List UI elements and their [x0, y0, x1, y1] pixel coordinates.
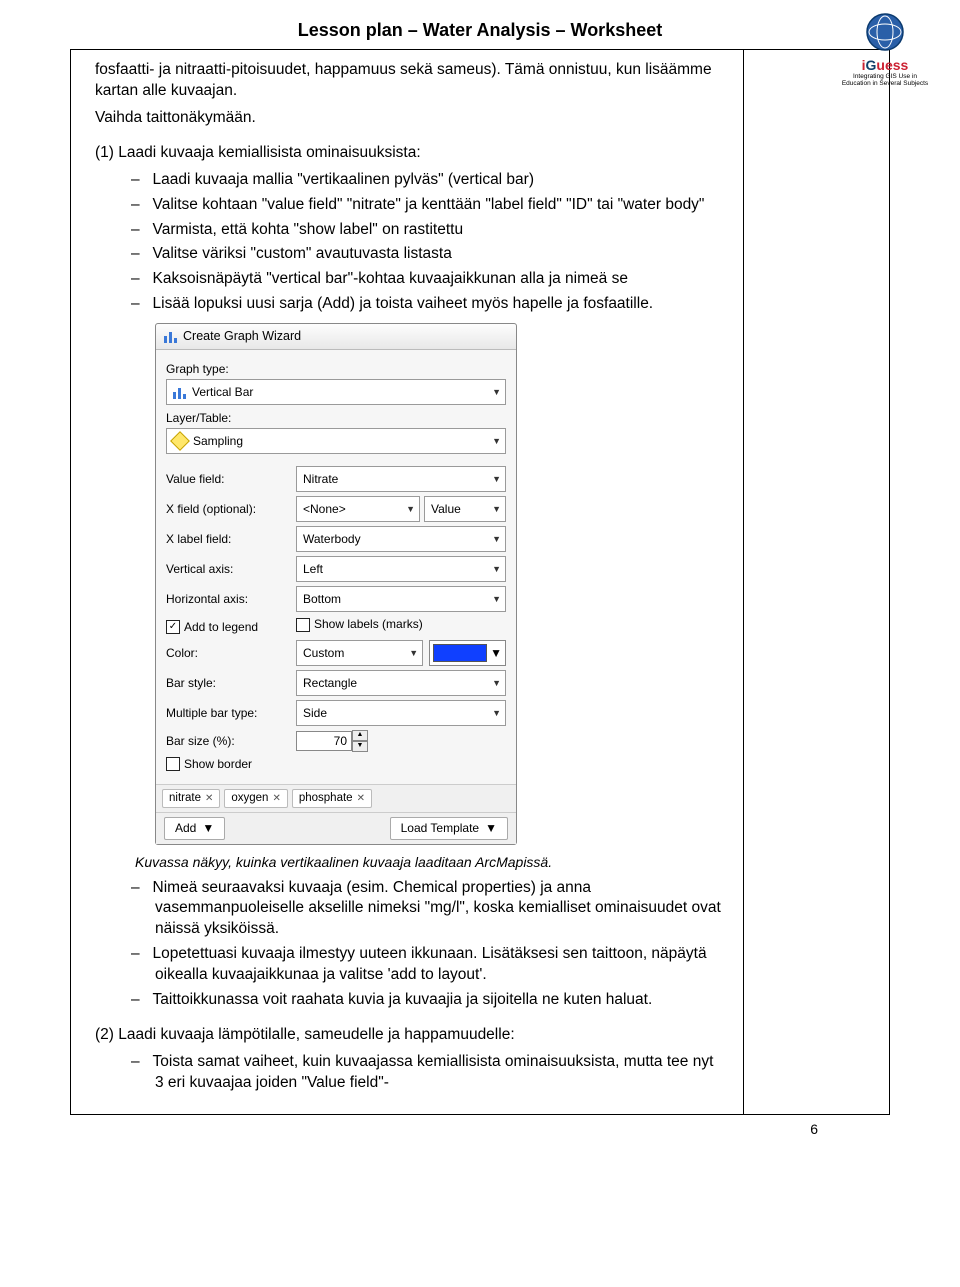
color-swatch[interactable]: ▼: [429, 640, 506, 666]
doc-title: Lesson plan – Water Analysis – Worksheet: [70, 20, 890, 41]
list-item: Valitse kohtaan "value field" "nitrate" …: [95, 195, 725, 216]
label: Value field:: [166, 471, 296, 487]
bar-style-select[interactable]: Rectangle▼: [296, 670, 506, 696]
label: Horizontal axis:: [166, 591, 296, 607]
layer-icon: [170, 432, 190, 452]
wizard-title: Create Graph Wizard: [183, 328, 301, 345]
list-item: Toista samat vaiheet, kuin kuvaajassa ke…: [95, 1052, 725, 1094]
close-icon[interactable]: ✕: [357, 792, 365, 806]
list-item: Taittoikkunassa voit raahata kuvia ja ku…: [95, 990, 725, 1011]
label: Bar size (%):: [166, 733, 296, 749]
label: Layer/Table:: [166, 410, 506, 426]
figure-caption: Kuvassa näkyy, kuinka vertikaalinen kuva…: [135, 853, 725, 872]
add-button[interactable]: Add▼: [164, 817, 225, 839]
list-item: Valitse väriksi "custom" avautuvasta lis…: [95, 244, 725, 265]
label: Vertical axis:: [166, 561, 296, 577]
paragraph: fosfaatti- ja nitraatti-pitoisuudet, hap…: [95, 60, 725, 102]
logo: iGuess Integrating GIS Use in Education …: [840, 12, 930, 87]
value-field-select[interactable]: Nitrate▼: [296, 466, 506, 492]
load-template-button[interactable]: Load Template▼: [390, 817, 508, 839]
instruction-list: Nimeä seuraavaksi kuvaaja (esim. Chemica…: [95, 878, 725, 1012]
series-tab[interactable]: oxygen✕: [224, 789, 287, 809]
list-item: Lopetettuasi kuvaaja ilmestyy uuteen ikk…: [95, 944, 725, 986]
list-item: Laadi kuvaaja mallia "vertikaalinen pylv…: [95, 170, 725, 191]
bar-size-spinner[interactable]: ▲▼: [296, 730, 506, 752]
wizard-titlebar: Create Graph Wizard: [156, 324, 516, 350]
color-select[interactable]: Custom▼: [296, 640, 423, 666]
show-border-checkbox[interactable]: Show border: [166, 756, 252, 772]
close-icon[interactable]: ✕: [272, 792, 280, 806]
add-to-legend-checkbox[interactable]: ✓Add to legend: [166, 619, 258, 635]
list-item: Nimeä seuraavaksi kuvaaja (esim. Chemica…: [95, 878, 725, 941]
x-field-type-select[interactable]: Value▼: [424, 496, 506, 522]
label: X field (optional):: [166, 501, 296, 517]
series-tab[interactable]: phosphate✕: [292, 789, 372, 809]
paragraph: (2) Laadi kuvaaja lämpötilalle, sameudel…: [95, 1025, 725, 1046]
x-label-field-select[interactable]: Waterbody▼: [296, 526, 506, 552]
paragraph: Vaihda taittonäkymään.: [95, 108, 725, 129]
label: Bar style:: [166, 675, 296, 691]
label: Color:: [166, 645, 296, 661]
instruction-list: Toista samat vaiheet, kuin kuvaajassa ke…: [95, 1052, 725, 1094]
paragraph: (1) Laadi kuvaaja kemiallisista ominaisu…: [95, 143, 725, 164]
series-tabs: nitrate✕ oxygen✕ phosphate✕: [156, 784, 516, 813]
graph-type-select[interactable]: Vertical Bar ▼: [166, 379, 506, 405]
label: Graph type:: [166, 361, 506, 377]
series-tab[interactable]: nitrate✕: [162, 789, 220, 809]
layer-select[interactable]: Sampling ▼: [166, 428, 506, 454]
list-item: Varmista, että kohta "show label" on ras…: [95, 220, 725, 241]
horizontal-axis-select[interactable]: Bottom▼: [296, 586, 506, 612]
list-item: Lisää lopuksi uusi sarja (Add) ja toista…: [95, 294, 725, 315]
chevron-down-icon: ▼: [492, 435, 501, 447]
multi-bar-select[interactable]: Side▼: [296, 700, 506, 726]
chevron-down-icon: ▼: [492, 386, 501, 398]
close-icon[interactable]: ✕: [205, 792, 213, 806]
label: Multiple bar type:: [166, 705, 296, 721]
chart-icon: [164, 330, 177, 343]
show-labels-checkbox[interactable]: Show labels (marks): [296, 616, 423, 632]
label: X label field:: [166, 531, 296, 547]
create-graph-wizard: Create Graph Wizard Graph type: Vertical…: [155, 323, 517, 844]
vertical-axis-select[interactable]: Left▼: [296, 556, 506, 582]
content-table: fosfaatti- ja nitraatti-pitoisuudet, hap…: [70, 49, 890, 1115]
page-number: 6: [70, 1121, 818, 1137]
list-item: Kaksoisnäpäytä "vertical bar"-kohtaa kuv…: [95, 269, 725, 290]
x-field-select[interactable]: <None>▼: [296, 496, 420, 522]
instruction-list: Laadi kuvaaja mallia "vertikaalinen pylv…: [95, 170, 725, 316]
vertical-bar-icon: [173, 386, 186, 399]
